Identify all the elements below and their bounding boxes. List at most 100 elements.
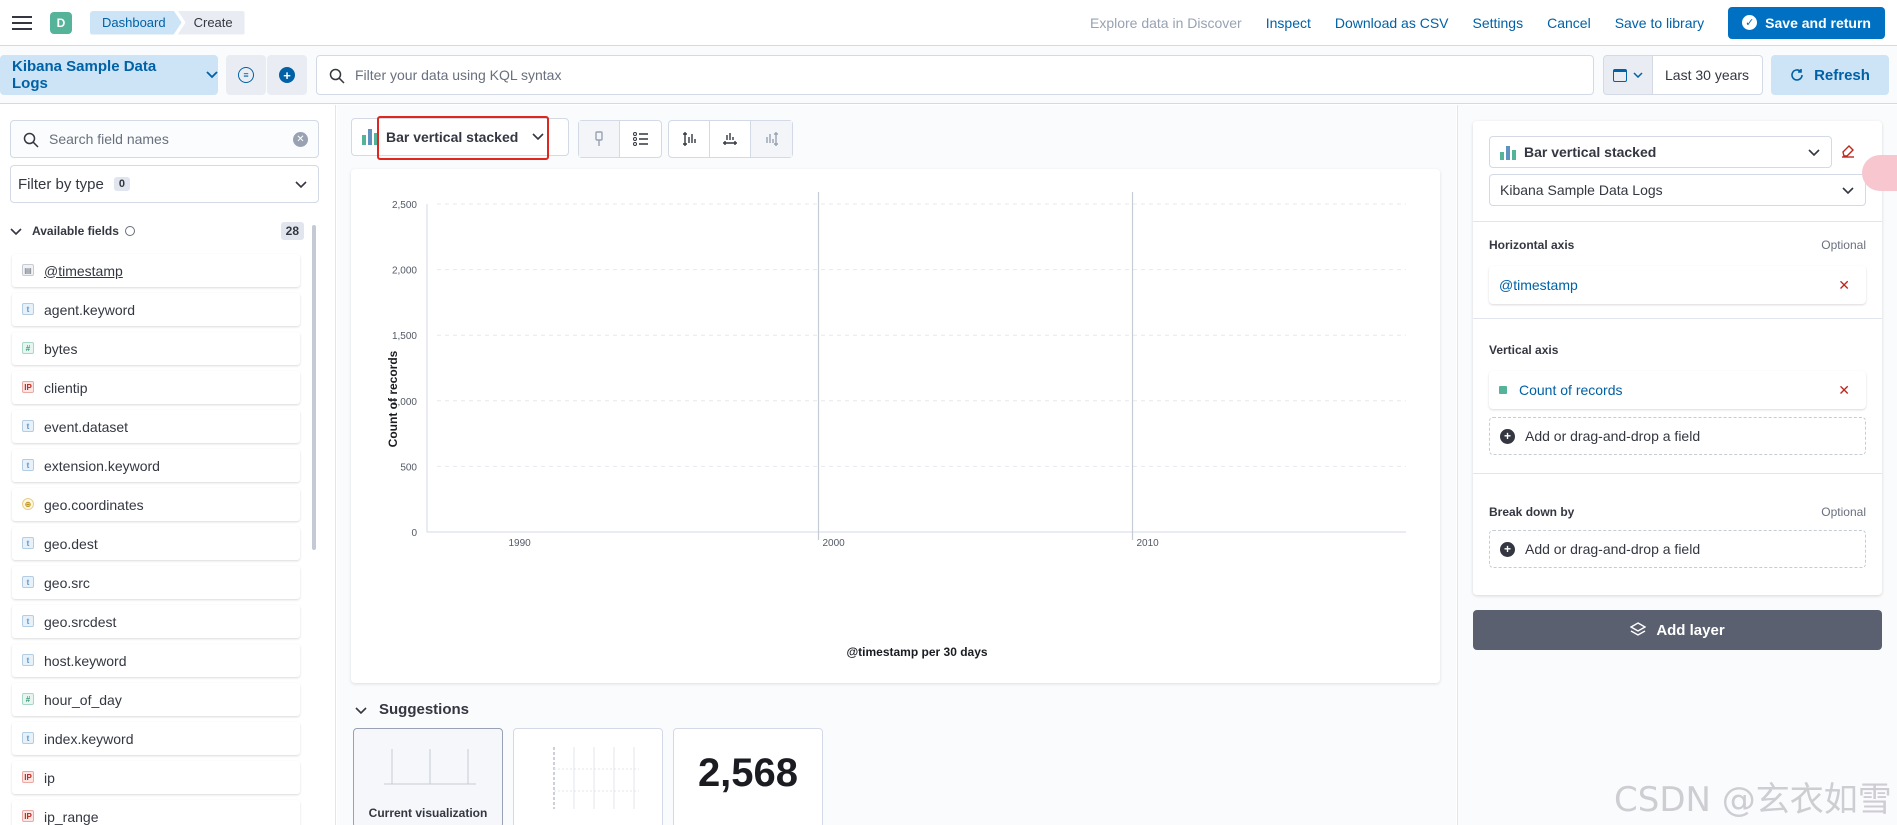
vertical-axis-dimension[interactable]: Count of records ✕: [1489, 371, 1866, 409]
field-item[interactable]: t geo.src: [12, 566, 300, 599]
field-item[interactable]: t geo.srcdest: [12, 605, 300, 638]
clear-layer-icon[interactable]: [1840, 142, 1856, 158]
header-actions: Explore data in Discover Inspect Downloa…: [1066, 0, 1897, 46]
data-view-label: Kibana Sample Data Logs: [12, 58, 157, 92]
vertical-axis-title: Vertical axis: [1489, 343, 1559, 357]
field-item[interactable]: t extension.keyword: [12, 449, 300, 482]
available-fields-label: Available fields: [32, 224, 119, 238]
data-view-picker[interactable]: Kibana Sample Data Logs: [0, 55, 218, 95]
y-tick-label: 2,500: [392, 200, 417, 211]
field-item[interactable]: t agent.keyword: [12, 293, 300, 326]
field-name: index.keyword: [44, 730, 134, 747]
divider: [1473, 473, 1882, 474]
visual-options-button[interactable]: [579, 121, 620, 157]
field-name: event.dataset: [44, 418, 129, 435]
right-axis-button[interactable]: [751, 121, 792, 157]
add-vertical-field[interactable]: + Add or drag-and-drop a field: [1489, 417, 1866, 455]
field-item[interactable]: ⊕ geo.coordinates: [12, 488, 300, 521]
save-to-library-link[interactable]: Save to library: [1615, 15, 1704, 31]
sidebar-scrollbar[interactable]: [312, 225, 316, 550]
field-item[interactable]: IP clientip: [12, 371, 300, 404]
field-item[interactable]: t geo.dest: [12, 527, 300, 560]
field-item[interactable]: t host.keyword: [12, 644, 300, 677]
field-name: extension.keyword: [44, 457, 160, 474]
remove-icon[interactable]: ✕: [1838, 277, 1850, 294]
y-tick-label: 1,500: [392, 331, 417, 342]
settings-link[interactable]: Settings: [1473, 15, 1524, 31]
layer-chart-type-label: Bar vertical stacked: [1524, 144, 1657, 160]
add-filter-button[interactable]: +: [267, 55, 307, 95]
layer-chart-type-select[interactable]: Bar vertical stacked: [1489, 136, 1832, 168]
y-tick-label: 0: [411, 528, 417, 539]
plus-icon: +: [1500, 541, 1515, 557]
field-type-icon: t: [22, 537, 34, 549]
field-name: bytes: [44, 340, 78, 357]
available-fields-count: 28: [280, 222, 304, 240]
app-avatar[interactable]: D: [50, 11, 72, 34]
kql-query-input[interactable]: Filter your data using KQL syntax: [316, 55, 1594, 95]
field-name: @timestamp: [44, 262, 123, 279]
explore-discover-link[interactable]: Explore data in Discover: [1090, 15, 1242, 31]
field-item[interactable]: t event.dataset: [12, 410, 300, 443]
suggestions-label: Suggestions: [379, 701, 470, 718]
field-item[interactable]: ▤ @timestamp: [12, 254, 300, 287]
suggestions-toggle[interactable]: Suggestions: [355, 701, 469, 718]
breadcrumb-dashboard[interactable]: Dashboard: [90, 11, 182, 35]
chart-type-switcher[interactable]: Bar vertical stacked: [351, 118, 569, 156]
field-type-icon: IP: [22, 381, 34, 393]
date-quick-menu[interactable]: [1603, 55, 1653, 95]
field-item[interactable]: IP ip: [12, 761, 300, 794]
suggestion-metric-value: 2,568: [697, 751, 799, 795]
field-search-input[interactable]: Search field names ✕: [10, 120, 319, 158]
info-icon[interactable]: [124, 226, 135, 236]
field-name: hour_of_day: [44, 691, 122, 708]
watermark: CSDN @玄衣如雪: [1614, 780, 1892, 820]
download-csv-link[interactable]: Download as CSV: [1335, 15, 1449, 31]
bottom-axis-button[interactable]: [710, 121, 751, 157]
floating-translate-button[interactable]: [1862, 155, 1897, 191]
workspace: Bar vertical stacked 0 500 1,000 1,500 2,000…: [337, 105, 1456, 825]
available-fields-header[interactable]: Available fields 28: [10, 221, 304, 241]
add-breakdown-field[interactable]: + Add or drag-and-drop a field: [1489, 530, 1866, 568]
add-layer-label: Add layer: [1656, 621, 1725, 639]
field-item[interactable]: t index.keyword: [12, 722, 300, 755]
field-type-icon: t: [22, 615, 34, 627]
field-name: host.keyword: [44, 652, 127, 669]
suggestion-current-visualization[interactable]: Current visualization: [353, 728, 503, 825]
save-and-return-button[interactable]: ✓ Save and return: [1728, 6, 1885, 39]
y-tick-label: 500: [400, 462, 417, 473]
field-name: geo.dest: [44, 535, 98, 552]
chevron-down-icon: [532, 133, 544, 141]
menu-icon[interactable]: [12, 15, 32, 30]
divider: [1473, 318, 1882, 319]
add-layer-button[interactable]: Add layer: [1473, 610, 1882, 650]
plus-icon: +: [279, 67, 295, 83]
suggestion-alternative[interactable]: [513, 728, 663, 825]
refresh-button[interactable]: Refresh: [1771, 55, 1889, 95]
filter-by-type-button[interactable]: Filter by type 0: [10, 165, 319, 203]
field-item[interactable]: # bytes: [12, 332, 300, 365]
x-axis-label: @timestamp per 30 days: [846, 645, 987, 659]
horizontal-axis-dimension[interactable]: @timestamp ✕: [1489, 266, 1866, 304]
legend-button[interactable]: [620, 121, 661, 157]
clear-icon[interactable]: ✕: [293, 132, 308, 147]
check-icon: ✓: [1742, 15, 1758, 30]
remove-icon[interactable]: ✕: [1838, 382, 1850, 399]
bottom-axis-icon: [723, 133, 737, 145]
filter-menu-button[interactable]: ≡: [226, 55, 266, 95]
cancel-link[interactable]: Cancel: [1547, 15, 1591, 31]
chevron-down-icon: [1633, 72, 1643, 78]
field-name: geo.src: [44, 574, 90, 591]
bar-chart[interactable]: 05001,0001,5002,0002,500 199020002010202…: [351, 169, 1440, 683]
field-item[interactable]: IP ip_range: [12, 800, 300, 825]
left-axis-button[interactable]: [669, 121, 710, 157]
date-range-picker[interactable]: Last 30 years: [1653, 55, 1763, 95]
inspect-link[interactable]: Inspect: [1266, 15, 1311, 31]
color-swatch: [1499, 386, 1507, 394]
field-item[interactable]: # hour_of_day: [12, 683, 300, 716]
bar-chart-icon: [362, 129, 378, 145]
suggestion-metric[interactable]: 2,568: [673, 728, 823, 825]
field-search-placeholder: Search field names: [49, 131, 169, 147]
chevron-down-icon: [10, 228, 22, 236]
layer-data-view-select[interactable]: Kibana Sample Data Logs: [1489, 174, 1866, 206]
